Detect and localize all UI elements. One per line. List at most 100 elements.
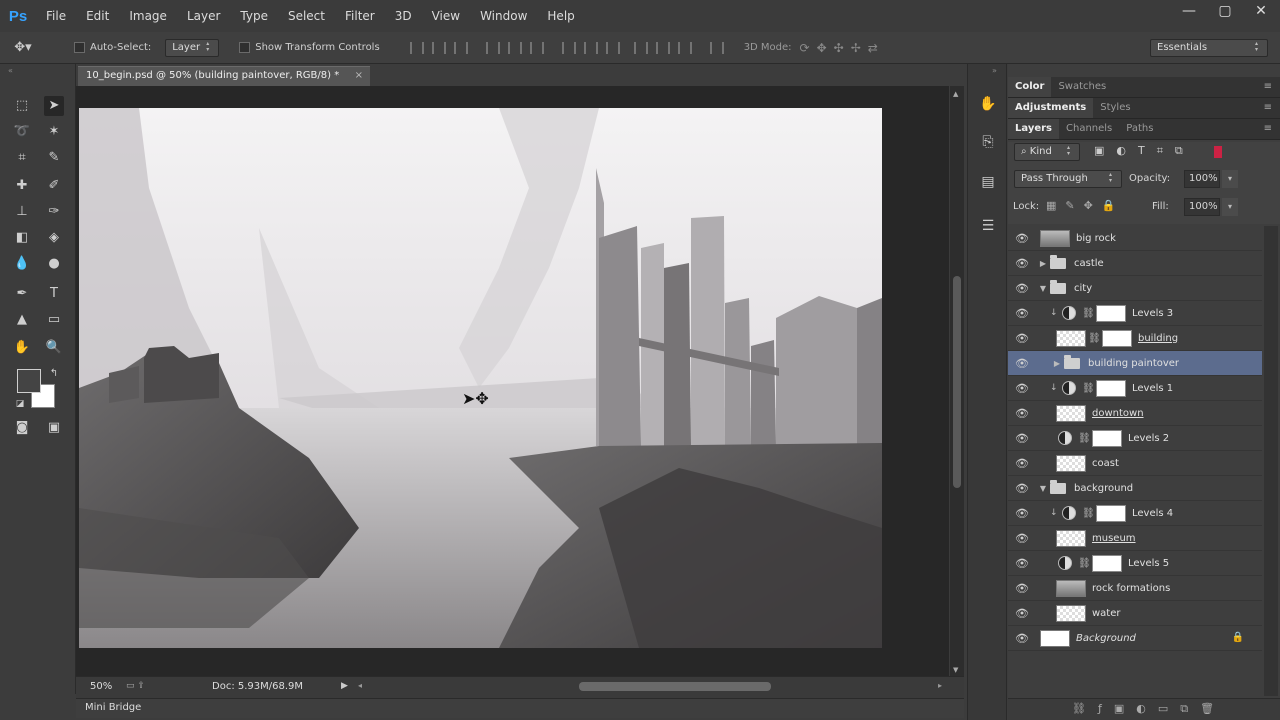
layer-levels-2[interactable]: 👁 ⛓ Levels 2	[1008, 426, 1262, 451]
auto-select-checkbox[interactable]	[74, 42, 85, 53]
menu-file[interactable]: File	[36, 9, 76, 23]
close-button[interactable]: ✕	[1252, 2, 1270, 20]
crop-tool-icon[interactable]: ⌗	[12, 148, 32, 168]
canvas-area[interactable]: ➤✥	[76, 86, 949, 676]
zoom-level[interactable]: 50%	[90, 681, 112, 692]
layers-footer-icons[interactable]: ⛓ƒ▣◐▭⧉🗑	[1072, 702, 1226, 716]
move-tool-icon[interactable]: ➤	[44, 96, 64, 116]
layer-group-background[interactable]: 👁 ▼ background	[1008, 476, 1262, 501]
expand-dock-icon[interactable]: »	[992, 66, 997, 75]
layer-levels-4[interactable]: 👁 ↓ ⛓ Levels 4	[1008, 501, 1262, 526]
visibility-eye-icon[interactable]: 👁	[1008, 407, 1036, 420]
visibility-eye-icon[interactable]: 👁	[1008, 507, 1036, 520]
magic-wand-icon[interactable]: ✶	[44, 122, 64, 142]
visibility-eye-icon[interactable]: 👁	[1008, 607, 1036, 620]
tab-styles[interactable]: Styles	[1093, 98, 1137, 118]
history-icon[interactable]: ⎘	[978, 132, 998, 152]
scroll-left-icon[interactable]: ◂	[358, 681, 362, 690]
move-tool-preset-icon[interactable]: ✥▾	[0, 40, 46, 55]
menu-3d[interactable]: 3D	[385, 9, 422, 23]
menu-view[interactable]: View	[422, 9, 470, 23]
swap-colors-icon[interactable]: ↰	[44, 364, 64, 384]
eyedropper-icon[interactable]: ✎	[44, 148, 64, 168]
maximize-button[interactable]: ▢	[1216, 2, 1234, 20]
vertical-scroll-thumb[interactable]	[953, 276, 961, 488]
opacity-slider-icon[interactable]: ▾	[1222, 170, 1238, 188]
type-tool-icon[interactable]: T	[44, 284, 64, 304]
rectangle-tool-icon[interactable]: ▭	[44, 310, 64, 330]
document-tab[interactable]: 10_begin.psd @ 50% (building paintover, …	[78, 66, 370, 86]
eraser-icon[interactable]: ◧	[12, 228, 32, 248]
layer-levels-1[interactable]: 👁 ↓ ⛓ Levels 1	[1008, 376, 1262, 401]
tab-adjustments[interactable]: Adjustments	[1008, 98, 1094, 118]
history-brush-icon[interactable]: ✑	[44, 202, 64, 222]
hand-tool-icon[interactable]: ✋	[12, 338, 32, 358]
tab-channels[interactable]: Channels	[1059, 119, 1119, 139]
3d-mode-icons[interactable]: ⟳✥✣✢⇄	[800, 41, 885, 55]
auto-align-icon[interactable]	[709, 41, 724, 54]
color-panel-menu-icon[interactable]: ≡	[1264, 81, 1272, 92]
brush-tool-icon[interactable]: ✐	[44, 176, 64, 196]
actions-icon[interactable]: ▤	[978, 172, 998, 192]
visibility-eye-icon[interactable]: 👁	[1008, 432, 1036, 445]
marquee-tool-icon[interactable]: ⬚	[12, 96, 32, 116]
distribute-right-icon[interactable]	[677, 41, 692, 54]
paint-bucket-icon[interactable]: ◈	[44, 228, 64, 248]
lock-icons[interactable]: ▦✎✥🔒	[1046, 199, 1125, 212]
fill-input[interactable]: 100%	[1184, 198, 1220, 216]
horizontal-scroll-thumb[interactable]	[579, 682, 771, 691]
layer-coast[interactable]: 👁 coast	[1008, 451, 1262, 476]
align-right-icon[interactable]	[529, 41, 544, 54]
layer-rock-formations[interactable]: 👁 rock formations	[1008, 576, 1262, 601]
mini-bridge-tab[interactable]: Mini Bridge	[76, 698, 964, 718]
artwork-canvas[interactable]	[79, 108, 882, 648]
tab-swatches[interactable]: Swatches	[1051, 77, 1113, 97]
layer-group-building-paintover[interactable]: 👁 ▶ building paintover	[1008, 351, 1262, 376]
align-hcenter-icon[interactable]	[507, 41, 522, 54]
tab-color[interactable]: Color	[1008, 77, 1052, 97]
layer-levels-5[interactable]: 👁 ⛓ Levels 5	[1008, 551, 1262, 576]
layer-downtown[interactable]: 👁 downtown	[1008, 401, 1262, 426]
dodge-tool-icon[interactable]: ●	[44, 254, 64, 274]
layers-panel-menu-icon[interactable]: ≡	[1264, 123, 1272, 134]
scroll-up-icon[interactable]: ▲	[953, 90, 958, 98]
screen-mode-icon[interactable]: ▣	[44, 418, 64, 438]
menu-edit[interactable]: Edit	[76, 9, 119, 23]
visibility-eye-icon[interactable]: 👁	[1008, 282, 1036, 295]
align-left-icon[interactable]	[485, 41, 500, 54]
scroll-right-icon[interactable]: ▸	[938, 681, 942, 690]
tab-layers[interactable]: Layers	[1008, 119, 1059, 139]
menu-type[interactable]: Type	[230, 9, 278, 23]
layer-building[interactable]: 👁 ⛓ building	[1008, 326, 1262, 351]
filter-toggle-icon[interactable]	[1214, 146, 1222, 158]
scroll-down-icon[interactable]: ▼	[953, 666, 958, 674]
tab-paths[interactable]: Paths	[1119, 119, 1160, 139]
layer-levels-3[interactable]: 👁 ↓ ⛓ Levels 3	[1008, 301, 1262, 326]
menu-select[interactable]: Select	[278, 9, 335, 23]
visibility-eye-icon[interactable]: 👁	[1008, 382, 1036, 395]
distribute-bottom-icon[interactable]	[605, 41, 620, 54]
layer-group-city[interactable]: 👁 ▼ city	[1008, 276, 1262, 301]
quick-mask-icon[interactable]: ◙	[12, 418, 32, 438]
status-menu-arrow-icon[interactable]: ▶	[341, 681, 348, 691]
visibility-eye-icon[interactable]: 👁	[1008, 357, 1036, 370]
show-transform-checkbox[interactable]	[239, 42, 251, 53]
blur-tool-icon[interactable]: 💧	[12, 254, 32, 274]
visibility-eye-icon[interactable]: 👁	[1008, 532, 1036, 545]
blend-mode-dropdown[interactable]: Pass Through	[1014, 170, 1122, 188]
opacity-input[interactable]: 100%	[1184, 170, 1220, 188]
collapse-toolbar-icon[interactable]: «	[8, 66, 13, 75]
menu-help[interactable]: Help	[537, 9, 584, 23]
healing-brush-icon[interactable]: ✚	[12, 176, 32, 196]
align-top-icon[interactable]	[409, 41, 424, 54]
visibility-eye-icon[interactable]: 👁	[1008, 557, 1036, 570]
group-collapse-icon[interactable]: ▼	[1036, 484, 1050, 493]
visibility-eye-icon[interactable]: 👁	[1008, 307, 1036, 320]
visibility-eye-icon[interactable]: 👁	[1008, 257, 1036, 270]
visibility-eye-icon[interactable]: 👁	[1008, 632, 1036, 645]
distribute-left-icon[interactable]	[633, 41, 648, 54]
distribute-hcenter-icon[interactable]	[655, 41, 670, 54]
visibility-eye-icon[interactable]: 👁	[1008, 232, 1036, 245]
menu-layer[interactable]: Layer	[177, 9, 230, 23]
path-selection-icon[interactable]: ▲	[12, 310, 32, 330]
